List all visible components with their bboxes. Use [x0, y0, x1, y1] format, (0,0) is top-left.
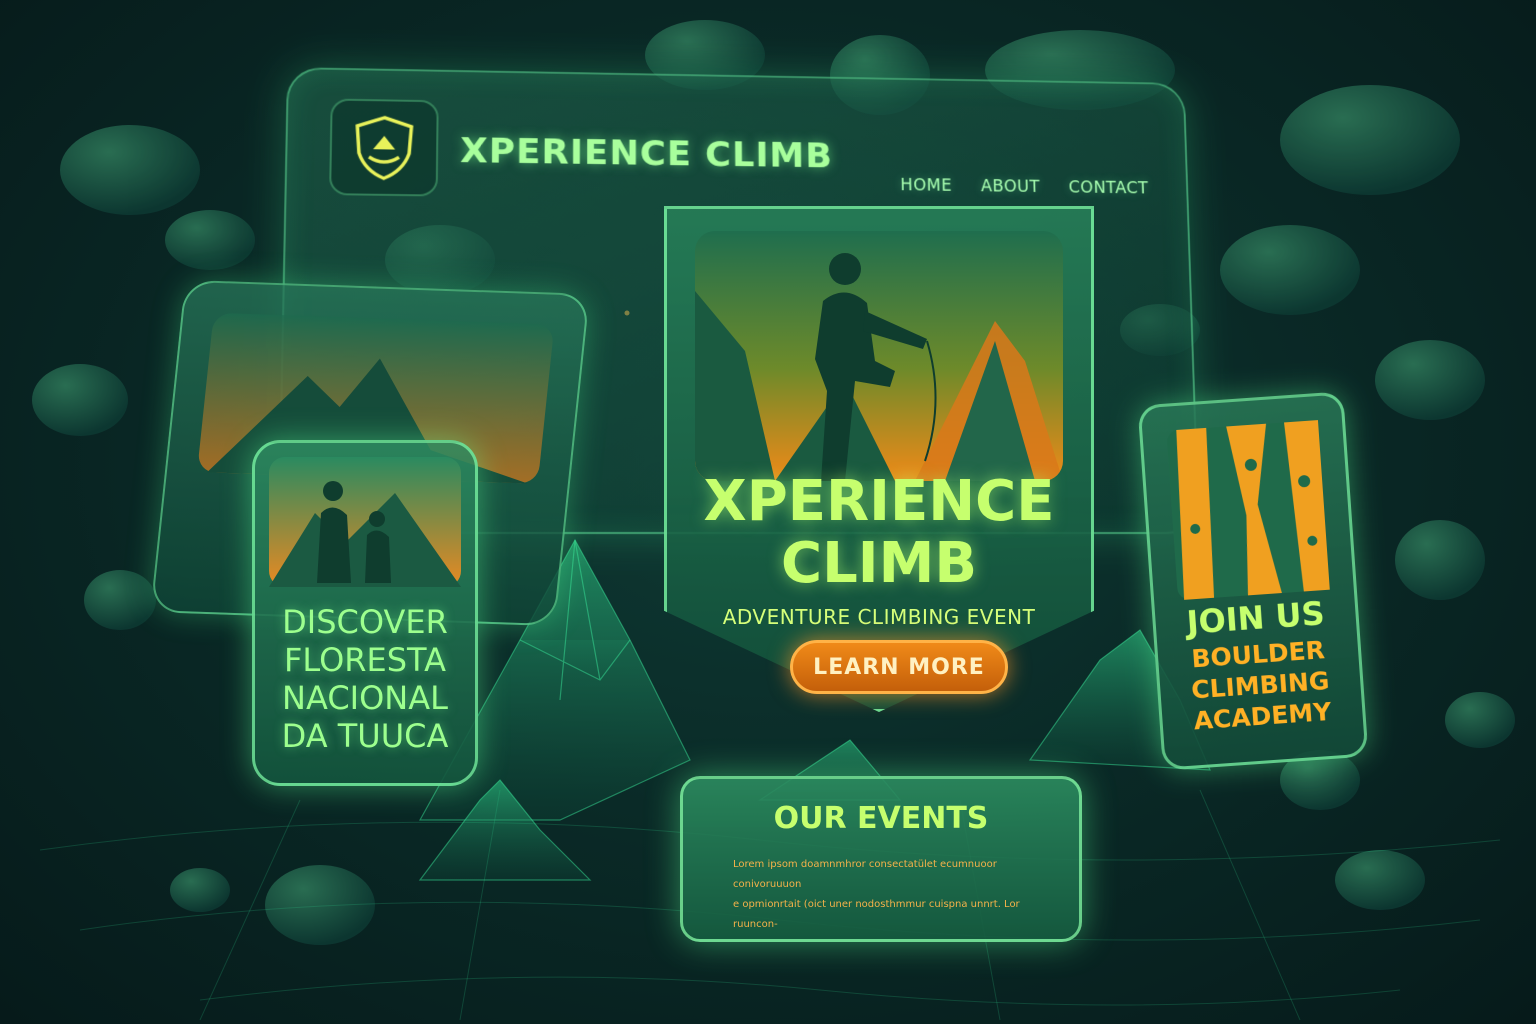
events-body-line: Lorem ipsom doamnmhror consectatület ecu…: [733, 859, 997, 890]
join-subtitle: BOULDER CLIMBING ACADEMY: [1157, 632, 1363, 739]
hero-image: [695, 231, 1063, 481]
nav-home[interactable]: HOME: [900, 176, 952, 196]
events-title: OUR EVENTS: [773, 801, 989, 836]
nav-contact[interactable]: CONTACT: [1068, 178, 1148, 198]
scene: XPERIENCE CLIMB HOME ABOUT CONTACT DISCO…: [0, 0, 1536, 1024]
main-nav: HOME ABOUT CONTACT: [900, 176, 1148, 198]
discover-line: DISCOVER: [282, 603, 448, 641]
climber-silhouette-image: [695, 231, 1063, 481]
discover-line: FLORESTA: [284, 641, 446, 679]
climbers-silhouette-image: [269, 457, 461, 587]
discover-line: NACIONAL: [282, 679, 448, 717]
nav-about[interactable]: ABOUT: [981, 177, 1040, 197]
discover-card[interactable]: DISCOVER FLORESTA NACIONAL DA TUUCA: [252, 440, 478, 786]
shield-mountain-icon: [352, 114, 415, 180]
events-body-line: e opmionrtait (oict uner nodosthmmur cui…: [733, 899, 1020, 930]
discover-text: DISCOVER FLORESTA NACIONAL DA TUUCA: [255, 603, 475, 755]
hero-title: XPERIENCE CLIMB: [667, 471, 1091, 595]
logo-badge[interactable]: [329, 98, 439, 197]
events-panel[interactable]: OUR EVENTS Lorem ipsom doamnmhror consec…: [680, 776, 1082, 942]
hero-subtitle: ADVENTURE CLIMBING EVENT: [722, 605, 1036, 629]
events-description: Lorem ipsom doamnmhror consectatület ecu…: [733, 855, 1049, 935]
brand-name[interactable]: XPERIENCE CLIMB: [460, 131, 833, 176]
discover-line: DA TUUCA: [281, 717, 449, 755]
hero-card: XPERIENCE CLIMB ADVENTURE CLIMBING EVENT: [664, 206, 1094, 712]
hero-title-line1: XPERIENCE: [703, 469, 1055, 534]
learn-more-button[interactable]: LEARN MORE: [790, 640, 1008, 694]
join-card[interactable]: JOIN US BOULDER CLIMBING ACADEMY: [1137, 391, 1369, 771]
climbing-wall-image: [1167, 420, 1330, 600]
hero-title-line2: CLIMB: [780, 531, 978, 596]
